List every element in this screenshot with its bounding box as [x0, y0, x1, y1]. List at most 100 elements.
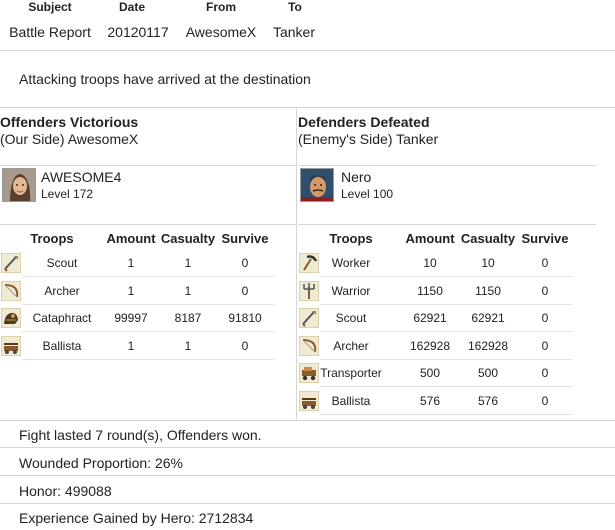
troop-amount: 99997	[114, 311, 148, 325]
column-divider	[296, 108, 297, 420]
to-value: Tanker	[272, 24, 316, 40]
troop-amount: 1150	[417, 284, 443, 298]
ballista-icon	[298, 390, 320, 412]
troop-name: Archer	[333, 339, 369, 353]
wounded-proportion: Wounded Proportion: 26%	[19, 455, 183, 471]
divider	[0, 50, 615, 51]
troop-survive: 0	[541, 394, 549, 408]
troop-survive: 0	[541, 284, 549, 298]
divider	[0, 447, 615, 448]
experience-gained: Experience Gained by Hero: 2712834	[19, 510, 254, 526]
troop-name: Ballista	[331, 394, 371, 408]
defender-col-casualty: Casualty	[460, 231, 516, 246]
divider	[0, 107, 615, 108]
troop-casualty: 1	[184, 284, 192, 298]
troop-survive: 0	[541, 256, 549, 270]
troop-survive: 0	[241, 339, 249, 353]
arrival-message: Attacking troops have arrived at the des…	[19, 71, 311, 87]
row-divider	[320, 386, 572, 387]
worker-icon	[298, 252, 320, 274]
defender-hero-avatar	[300, 168, 334, 202]
defender-hero-name: Nero	[341, 169, 372, 185]
offender-col-casualty: Casualty	[160, 231, 216, 246]
troop-casualty: 162928	[467, 339, 509, 353]
row-divider	[320, 359, 572, 360]
row-divider	[320, 331, 572, 332]
ballista-icon	[0, 335, 22, 357]
troop-name: Warrior	[331, 284, 371, 298]
troop-amount: 576	[419, 394, 441, 408]
offender-title: Offenders Victorious	[0, 114, 139, 130]
troop-name: Transporter	[320, 366, 382, 380]
row-divider	[320, 304, 572, 305]
troop-casualty: 1	[184, 339, 192, 353]
troop-name: Cataphract	[32, 311, 92, 325]
divider	[0, 224, 296, 225]
scout-icon	[0, 252, 22, 274]
offender-col-survive: Survive	[221, 231, 269, 246]
divider	[298, 224, 596, 225]
fight-summary: Fight lasted 7 round(s), Offenders won.	[19, 427, 262, 443]
troop-amount: 62921	[413, 311, 447, 325]
honor: Honor: 499088	[19, 483, 112, 499]
troop-name: Scout	[46, 256, 78, 270]
scout-icon	[298, 307, 320, 329]
subject-label: Subject	[28, 0, 72, 14]
from-value: AwesomeX	[185, 24, 257, 40]
defender-col-amount: Amount	[405, 231, 455, 246]
troop-survive: 0	[241, 284, 249, 298]
troop-survive: 0	[541, 366, 549, 380]
date-label: Date	[118, 0, 145, 14]
troop-survive: 91810	[228, 311, 262, 325]
offender-subtitle: (Our Side) AwesomeX	[0, 131, 139, 147]
troop-survive: 0	[541, 311, 549, 325]
offender-hero-name: AWESOME4	[41, 169, 122, 185]
troop-casualty: 8187	[174, 311, 202, 325]
troop-amount: 162928	[409, 339, 451, 353]
troop-casualty: 1	[184, 256, 192, 270]
troop-amount: 500	[419, 366, 441, 380]
troop-amount: 10	[423, 256, 437, 270]
divider	[0, 503, 615, 504]
troop-survive: 0	[541, 339, 549, 353]
offender-col-troops: Troops	[30, 231, 74, 246]
troop-amount: 1	[127, 339, 135, 353]
row-divider	[22, 331, 274, 332]
troop-casualty: 576	[477, 394, 499, 408]
defender-col-troops: Troops	[329, 231, 373, 246]
troop-amount: 1	[127, 256, 135, 270]
offender-hero-level: Level 172	[41, 187, 94, 201]
troop-casualty: 500	[477, 366, 499, 380]
troop-casualty: 62921	[471, 311, 505, 325]
row-divider	[320, 414, 572, 415]
troop-name: Scout	[335, 311, 367, 325]
to-label: To	[288, 0, 302, 14]
troop-name: Ballista	[42, 339, 82, 353]
defender-title: Defenders Defeated	[298, 114, 430, 130]
date-value: 20120117	[107, 24, 169, 40]
offender-hero-avatar	[2, 168, 36, 202]
subject-value: Battle Report	[9, 24, 91, 40]
from-label: From	[206, 0, 236, 14]
row-divider	[320, 276, 572, 277]
troop-casualty: 10	[481, 256, 495, 270]
troop-name: Archer	[44, 284, 80, 298]
row-divider	[22, 304, 274, 305]
divider	[0, 165, 296, 166]
archer-icon	[0, 280, 22, 302]
defender-hero-level: Level 100	[341, 187, 394, 201]
transporter-icon	[298, 362, 320, 384]
divider	[298, 165, 596, 166]
row-divider	[22, 276, 274, 277]
troop-name: Worker	[331, 256, 371, 270]
archer-icon	[298, 335, 320, 357]
cataphract-icon	[0, 307, 22, 329]
defender-col-survive: Survive	[521, 231, 569, 246]
defender-subtitle: (Enemy's Side) Tanker	[298, 131, 439, 147]
offender-col-amount: Amount	[106, 231, 156, 246]
row-divider	[22, 359, 274, 360]
divider	[0, 420, 615, 421]
warrior-icon	[298, 280, 320, 302]
divider	[0, 475, 615, 476]
troop-casualty: 1150	[475, 284, 501, 298]
